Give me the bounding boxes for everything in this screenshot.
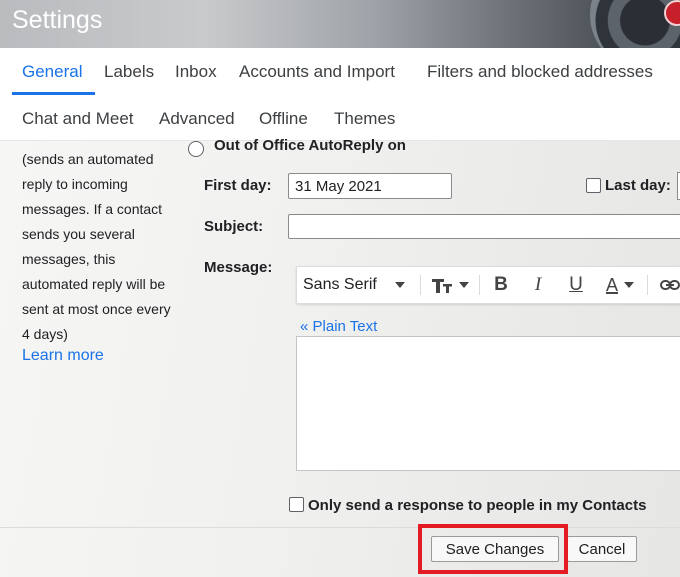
description-line: automated reply will be <box>22 276 166 292</box>
tab-general[interactable]: General <box>22 62 82 82</box>
first-day-field[interactable] <box>288 173 452 199</box>
footer-divider <box>0 527 680 528</box>
tab-filters-and-blocked-addresses[interactable]: Filters and blocked addresses <box>427 62 653 82</box>
tab-offline[interactable]: Offline <box>259 109 308 129</box>
last-day-label: Last day: <box>605 177 671 194</box>
description-line: messages, this <box>22 251 116 267</box>
font-size-icon <box>432 279 452 293</box>
bold-icon[interactable]: B <box>487 267 515 303</box>
tab-accounts-and-import[interactable]: Accounts and Import <box>239 62 395 82</box>
text-color-icon: A <box>605 274 618 295</box>
vacation-responder-description: (sends an automated reply to incoming me… <box>22 147 192 347</box>
tab-chat-and-meet[interactable]: Chat and Meet <box>22 109 134 129</box>
message-body-editor[interactable] <box>296 336 680 471</box>
settings-header: Settings <box>0 0 680 48</box>
ooo-on-label: Out of Office AutoReply on <box>214 137 406 154</box>
message-label: Message: <box>204 259 273 276</box>
first-day-label: First day: <box>204 177 272 194</box>
save-button-highlight <box>418 524 568 574</box>
description-line: reply to incoming <box>22 176 128 192</box>
underline-icon[interactable]: U <box>562 267 590 303</box>
tab-themes[interactable]: Themes <box>334 109 395 129</box>
italic-icon[interactable]: I <box>524 267 552 303</box>
tab-labels[interactable]: Labels <box>104 62 154 82</box>
toolbar-divider <box>479 275 480 295</box>
font-family-select[interactable]: Sans Serif <box>303 267 413 303</box>
description-line: (sends an automated <box>22 151 154 167</box>
plain-text-link[interactable]: « Plain Text <box>300 318 377 335</box>
description-line: 4 days) <box>22 326 68 342</box>
subject-label: Subject: <box>204 218 264 235</box>
text-color-button[interactable]: A <box>599 267 641 303</box>
description-line: messages. If a contact <box>22 201 163 217</box>
toolbar-divider <box>647 275 648 295</box>
font-size-button[interactable] <box>427 267 473 303</box>
chevron-down-icon <box>624 282 634 288</box>
contacts-only-label: Only send a response to people in my Con… <box>308 497 647 514</box>
link-icon[interactable] <box>655 267 680 303</box>
toolbar-divider <box>420 275 421 295</box>
settings-tabs: General Labels Inbox Accounts and Import… <box>0 48 680 141</box>
active-tab-indicator <box>12 92 95 95</box>
formatting-toolbar: Sans Serif B I U A <box>296 266 680 304</box>
tab-inbox[interactable]: Inbox <box>175 62 217 82</box>
subject-field[interactable] <box>288 214 680 239</box>
learn-more-link[interactable]: Learn more <box>22 347 104 365</box>
page-title: Settings <box>12 6 103 34</box>
cancel-button[interactable]: Cancel <box>567 536 637 562</box>
chevron-down-icon <box>394 282 405 288</box>
ooo-on-radio[interactable] <box>188 141 204 157</box>
font-family-value: Sans Serif <box>303 276 377 293</box>
description-line: sends you several <box>22 226 135 242</box>
chevron-down-icon <box>459 282 469 288</box>
description-line: sent at most once every <box>22 301 171 317</box>
tab-advanced[interactable]: Advanced <box>159 109 235 129</box>
contacts-only-checkbox[interactable] <box>289 497 304 512</box>
last-day-checkbox[interactable] <box>586 178 601 193</box>
